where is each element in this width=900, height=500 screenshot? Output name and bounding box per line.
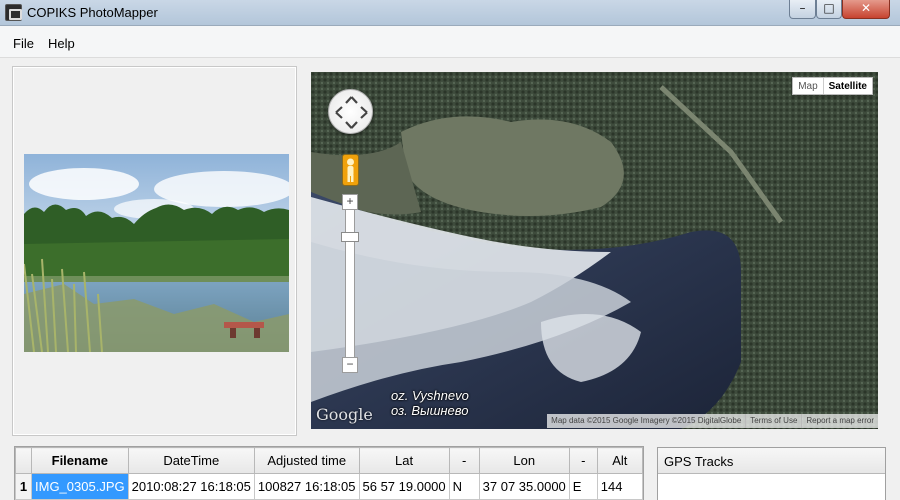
report-map-error-link[interactable]: Report a map error bbox=[801, 414, 878, 428]
pan-arrows-icon bbox=[335, 96, 368, 129]
place-label-latin: oz. Vyshnevo bbox=[391, 388, 469, 403]
map-type-control: Map Satellite bbox=[792, 77, 873, 95]
map-data-attribution: Map data ©2015 Google Imagery ©2015 Digi… bbox=[551, 416, 742, 425]
column-header-lon[interactable]: Lon bbox=[478, 447, 570, 474]
pan-control[interactable] bbox=[328, 89, 373, 134]
cell-adjusted-time[interactable]: 100827 16:18:05 bbox=[253, 473, 360, 500]
window-title: COPIKS PhotoMapper bbox=[27, 5, 158, 20]
photo-preview bbox=[24, 154, 289, 352]
cell-lon[interactable]: 37 07 35.0000 bbox=[478, 473, 570, 500]
cell-lat-ref[interactable]: N bbox=[448, 473, 480, 500]
row-number: 1 bbox=[15, 473, 32, 500]
table-row[interactable]: 1 IMG_0305.JPG 2010:08:27 16:18:05 10082… bbox=[15, 473, 643, 500]
gps-tracks-header: GPS Tracks bbox=[658, 448, 885, 474]
cell-filename[interactable]: IMG_0305.JPG bbox=[31, 473, 129, 500]
table-header-row: Filename DateTime Adjusted time Lat - Lo… bbox=[15, 447, 643, 474]
column-header-lat[interactable]: Lat bbox=[358, 447, 450, 474]
column-header-filename[interactable]: Filename bbox=[31, 447, 129, 474]
column-header-row-number bbox=[15, 447, 32, 474]
terms-of-use-link[interactable]: Terms of Use bbox=[745, 414, 801, 428]
google-logo: Google bbox=[316, 405, 373, 424]
title-bar: COPIKS PhotoMapper – □ ✕ bbox=[0, 0, 900, 26]
photo-table: Filename DateTime Adjusted time Lat - Lo… bbox=[14, 446, 644, 500]
zoom-out-button[interactable]: − bbox=[342, 357, 358, 373]
map-view[interactable]: Map Satellite + − oz. Vyshnevo оз. Вышне… bbox=[311, 72, 878, 429]
map-type-satellite-button[interactable]: Satellite bbox=[824, 78, 872, 94]
app-icon bbox=[5, 4, 22, 21]
menu-help[interactable]: Help bbox=[48, 36, 75, 51]
cell-lon-ref[interactable]: E bbox=[568, 473, 598, 500]
street-view-pegman-icon[interactable] bbox=[342, 154, 359, 186]
maximize-button[interactable]: □ bbox=[816, 0, 842, 19]
column-header-adjusted-time[interactable]: Adjusted time bbox=[253, 447, 360, 474]
minimize-button[interactable]: – bbox=[789, 0, 816, 19]
menu-file[interactable]: File bbox=[13, 36, 34, 51]
cell-datetime[interactable]: 2010:08:27 16:18:05 bbox=[127, 473, 255, 500]
zoom-slider-handle[interactable] bbox=[341, 232, 359, 242]
close-button[interactable]: ✕ bbox=[842, 0, 890, 19]
place-label-cyrillic: оз. Вышнево bbox=[391, 403, 469, 418]
cell-lat[interactable]: 56 57 19.0000 bbox=[358, 473, 450, 500]
map-type-map-button[interactable]: Map bbox=[793, 78, 822, 94]
menu-bar: File Help bbox=[0, 26, 900, 58]
photo-preview-panel bbox=[12, 66, 297, 436]
zoom-in-button[interactable]: + bbox=[342, 194, 358, 210]
gps-tracks-panel[interactable]: GPS Tracks bbox=[657, 447, 886, 500]
column-header-lat-ref[interactable]: - bbox=[448, 447, 480, 474]
map-attribution-bar: Map data ©2015 Google Imagery ©2015 Digi… bbox=[547, 414, 878, 428]
column-header-datetime[interactable]: DateTime bbox=[127, 447, 255, 474]
cell-alt[interactable]: 144 bbox=[596, 473, 643, 500]
column-header-lon-ref[interactable]: - bbox=[568, 447, 598, 474]
column-header-alt[interactable]: Alt bbox=[596, 447, 643, 474]
